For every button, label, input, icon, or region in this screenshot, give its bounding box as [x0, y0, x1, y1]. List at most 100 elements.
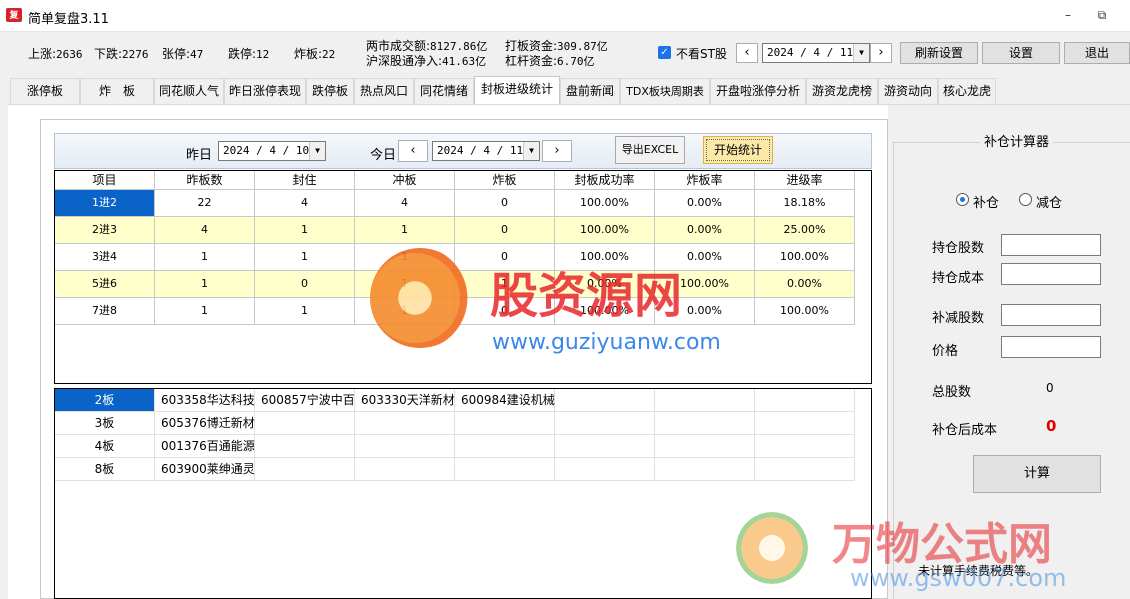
- table-cell[interactable]: 001376百通能源: [155, 435, 255, 458]
- table-cell[interactable]: 603900莱绅通灵: [155, 458, 255, 481]
- tab-kpl-analysis[interactable]: 开盘啦涨停分析: [710, 78, 806, 104]
- column-header[interactable]: 封板成功率: [555, 171, 655, 190]
- column-header[interactable]: 炸板率: [655, 171, 755, 190]
- table-cell[interactable]: 4: [355, 190, 455, 217]
- table-cell[interactable]: 1: [355, 217, 455, 244]
- column-header[interactable]: 冲板: [355, 171, 455, 190]
- today-date-picker[interactable]: 2024 / 4 / 11 ▼: [432, 141, 540, 161]
- column-header[interactable]: 封住: [255, 171, 355, 190]
- table-cell[interactable]: 3进4: [55, 244, 155, 271]
- prev-date-button[interactable]: ‹: [736, 43, 758, 63]
- table-cell[interactable]: 100.00%: [555, 190, 655, 217]
- minimize-icon[interactable]: –: [1058, 8, 1078, 24]
- table-cell[interactable]: [555, 435, 655, 458]
- reduce-position-radio[interactable]: [1019, 193, 1032, 206]
- column-header[interactable]: 炸板: [455, 171, 555, 190]
- table-cell[interactable]: 1: [155, 244, 255, 271]
- refresh-settings-button[interactable]: 刷新设置: [900, 42, 978, 64]
- table-cell[interactable]: 100.00%: [555, 217, 655, 244]
- table-cell[interactable]: 1: [155, 298, 255, 325]
- table-cell[interactable]: [355, 435, 455, 458]
- table-cell[interactable]: 2进3: [55, 217, 155, 244]
- table-cell[interactable]: 0: [455, 190, 555, 217]
- today-next-button[interactable]: ›: [542, 140, 572, 162]
- change-shares-input[interactable]: [1001, 304, 1101, 326]
- tab-board-stats[interactable]: 封板进级统计: [474, 76, 560, 104]
- settings-button[interactable]: 设置: [982, 42, 1060, 64]
- table-cell[interactable]: 600984建设机械: [455, 389, 555, 412]
- table-cell[interactable]: [755, 389, 855, 412]
- hold-cost-input[interactable]: [1001, 263, 1101, 285]
- table-cell[interactable]: [655, 435, 755, 458]
- table-cell[interactable]: [255, 412, 355, 435]
- restore-icon[interactable]: ⧉: [1092, 8, 1112, 24]
- table-cell[interactable]: [655, 458, 755, 481]
- tab-hot-topics[interactable]: 热点风口: [354, 78, 414, 104]
- dropdown-arrow-icon[interactable]: ▼: [523, 142, 539, 160]
- column-header[interactable]: 进级率: [755, 171, 855, 190]
- tab-limit-up[interactable]: 涨停板: [10, 78, 80, 104]
- tab-yesterday-limit-up[interactable]: 昨日涨停表现: [224, 78, 306, 104]
- hold-shares-input[interactable]: [1001, 234, 1101, 256]
- table-cell[interactable]: 4板: [55, 435, 155, 458]
- table-cell[interactable]: [455, 435, 555, 458]
- dropdown-arrow-icon[interactable]: ▼: [853, 44, 869, 62]
- table-cell[interactable]: [555, 389, 655, 412]
- table-cell[interactable]: 18.18%: [755, 190, 855, 217]
- next-date-button[interactable]: ›: [870, 43, 892, 63]
- table-cell[interactable]: 0.00%: [655, 217, 755, 244]
- exit-button[interactable]: 退出: [1064, 42, 1130, 64]
- table-cell[interactable]: 603330天洋新材: [355, 389, 455, 412]
- table-cell[interactable]: [555, 458, 655, 481]
- table-cell[interactable]: 1: [255, 217, 355, 244]
- table-cell[interactable]: 7进8: [55, 298, 155, 325]
- table-cell[interactable]: 0.00%: [655, 190, 755, 217]
- table-cell[interactable]: [355, 412, 455, 435]
- column-header[interactable]: 昨板数: [155, 171, 255, 190]
- table-cell[interactable]: 5进6: [55, 271, 155, 298]
- table-cell[interactable]: 0: [255, 271, 355, 298]
- table-cell[interactable]: 605376博迁新材: [155, 412, 255, 435]
- tab-broken[interactable]: 炸 板: [80, 78, 154, 104]
- table-cell[interactable]: 0: [455, 217, 555, 244]
- tab-hot-money[interactable]: 游资动向: [878, 78, 938, 104]
- table-cell[interactable]: 600857宁波中百: [255, 389, 355, 412]
- table-cell[interactable]: [755, 412, 855, 435]
- table-cell[interactable]: [655, 412, 755, 435]
- table-cell[interactable]: [555, 412, 655, 435]
- tab-sentiment[interactable]: 同花情绪: [414, 78, 474, 104]
- table-cell[interactable]: 603358华达科技: [155, 389, 255, 412]
- table-cell[interactable]: 0.00%: [755, 271, 855, 298]
- table-cell[interactable]: 1: [155, 271, 255, 298]
- table-cell[interactable]: [755, 458, 855, 481]
- yesterday-date-picker[interactable]: 2024 / 4 / 10 ▼: [218, 141, 326, 161]
- table-cell[interactable]: 8板: [55, 458, 155, 481]
- tab-dragon-tiger[interactable]: 游资龙虎榜: [806, 78, 878, 104]
- table-cell[interactable]: 2板: [55, 389, 155, 412]
- table-cell[interactable]: [255, 458, 355, 481]
- calculate-button[interactable]: 计算: [973, 455, 1101, 493]
- tab-premarket-news[interactable]: 盘前新闻: [560, 78, 620, 104]
- tab-tdx-cycle[interactable]: TDX板块周期表: [620, 78, 710, 104]
- tab-core-dragon[interactable]: 核心龙虎: [938, 78, 996, 104]
- table-cell[interactable]: 4: [155, 217, 255, 244]
- hide-st-checkbox[interactable]: ✓: [658, 46, 671, 59]
- start-stats-button[interactable]: 开始统计: [703, 136, 773, 164]
- dropdown-arrow-icon[interactable]: ▼: [309, 142, 325, 160]
- table-cell[interactable]: [655, 389, 755, 412]
- table-cell[interactable]: 3板: [55, 412, 155, 435]
- column-header[interactable]: 项目: [55, 171, 155, 190]
- table-cell[interactable]: [455, 412, 555, 435]
- today-prev-button[interactable]: ‹: [398, 140, 428, 162]
- table-cell[interactable]: 100.00%: [755, 298, 855, 325]
- table-cell[interactable]: 100.00%: [755, 244, 855, 271]
- table-cell[interactable]: 22: [155, 190, 255, 217]
- tab-ths-popularity[interactable]: 同花顺人气: [154, 78, 224, 104]
- table-cell[interactable]: 25.00%: [755, 217, 855, 244]
- tab-limit-down[interactable]: 跌停板: [306, 78, 354, 104]
- table-cell[interactable]: [755, 435, 855, 458]
- table-cell[interactable]: [455, 458, 555, 481]
- table-cell[interactable]: [355, 458, 455, 481]
- add-position-radio[interactable]: [956, 193, 969, 206]
- table-cell[interactable]: 1: [255, 244, 355, 271]
